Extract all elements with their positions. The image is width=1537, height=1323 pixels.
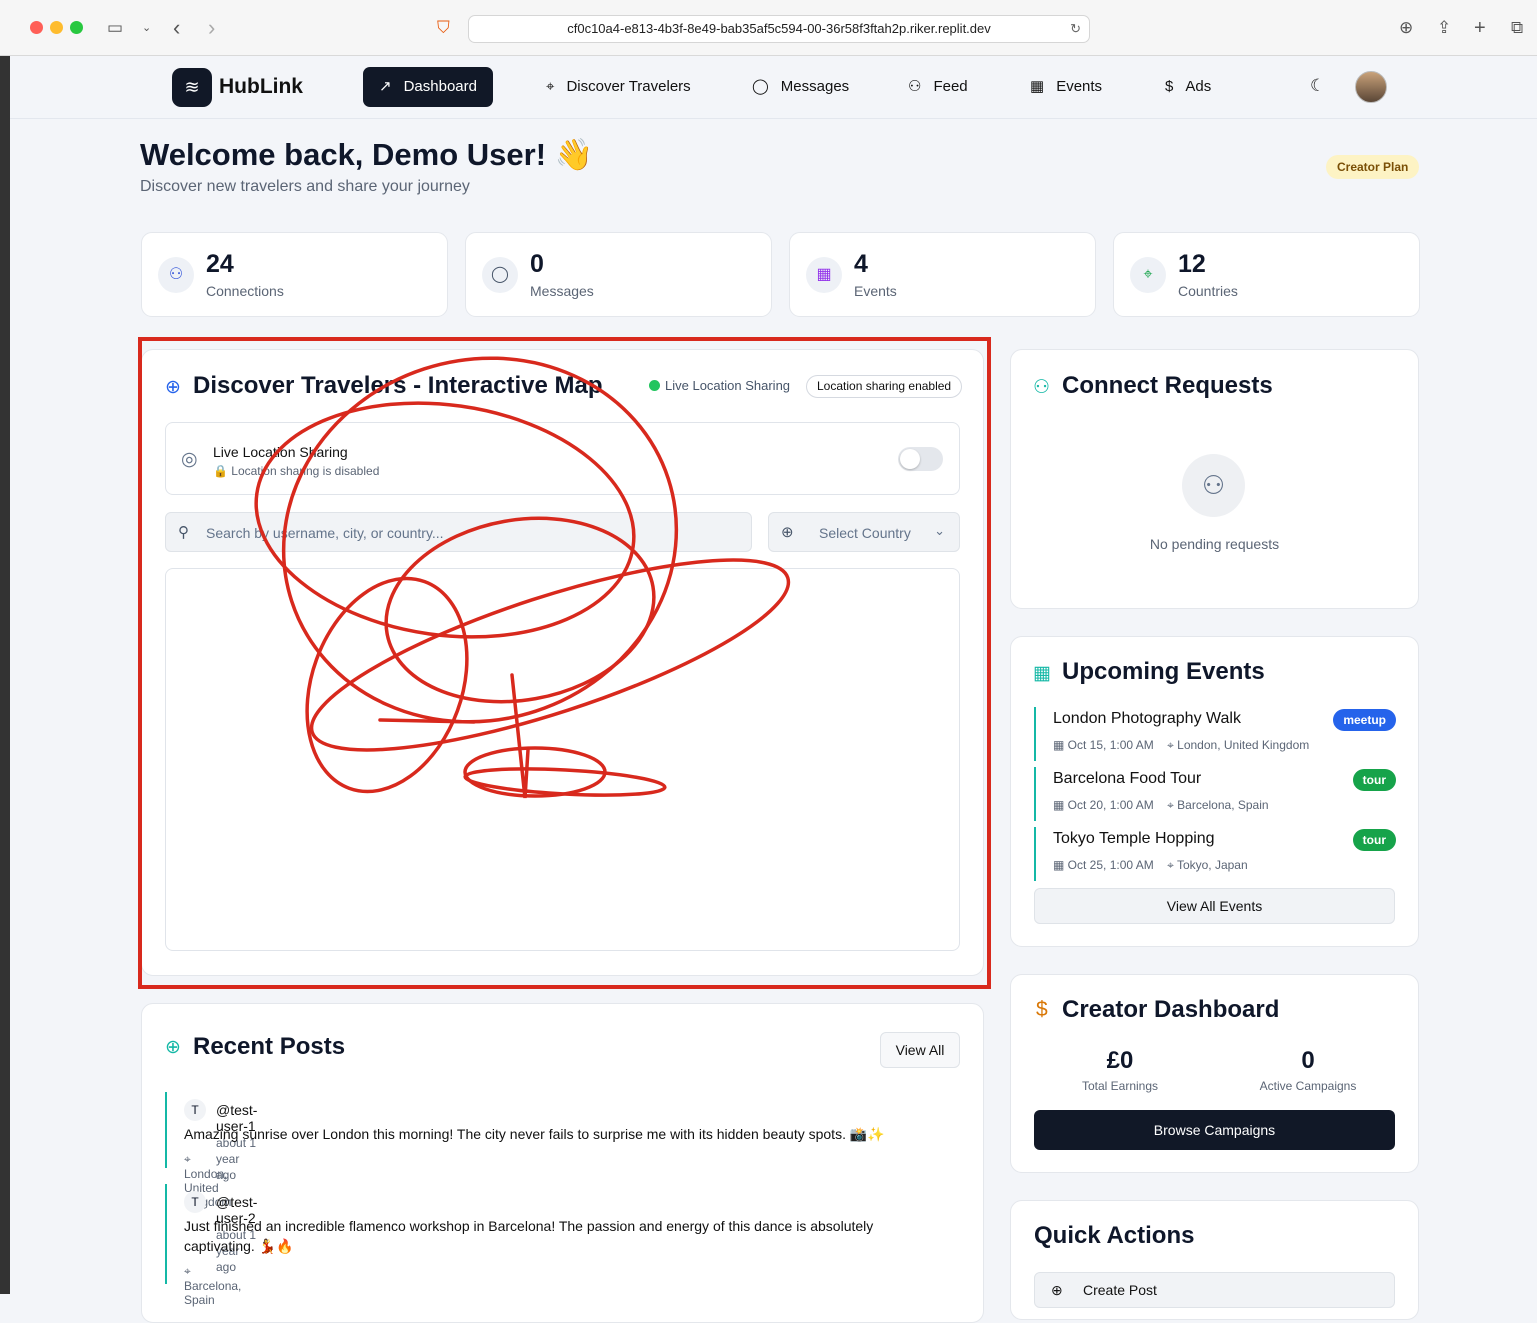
event-tag: tour [1352,829,1396,851]
connect-requests-title: Connect Requests [1062,372,1273,399]
event-tag: tour [1352,769,1396,791]
quick-actions-title: Quick Actions [1034,1222,1195,1249]
total-earnings-value: £0 [1106,1047,1134,1074]
post-text: Amazing sunrise over London this morning… [184,1126,885,1142]
users-icon: ⚇ [1182,454,1245,517]
browse-campaigns-button[interactable]: Browse Campaigns [1034,1110,1395,1150]
avatar: T [184,1191,206,1213]
view-all-posts-button[interactable]: View All [880,1032,960,1068]
event-meta: ▦ Oct 25, 1:00 AM ⌖ Tokyo, Japan [1053,858,1248,872]
avatar: T [184,1099,206,1121]
upcoming-events-title: Upcoming Events [1062,658,1265,685]
total-earnings-label: Total Earnings [1081,1079,1159,1093]
event-title: Barcelona Food Tour [1053,770,1202,787]
event-title: Tokyo Temple Hopping [1053,830,1215,847]
event-item[interactable]: London Photography Walk ▦ Oct 15, 1:00 A… [1034,707,1396,761]
post-text: Just finished an incredible flamenco wor… [184,1218,874,1254]
dollar-sign-icon: $ [1036,998,1048,1021]
calendar-icon: ▦ [1053,738,1068,752]
no-requests-text: No pending requests [1149,536,1280,552]
map-pin-icon: ⌖ [1167,798,1178,812]
event-tag: meetup [1333,709,1396,731]
post-item[interactable]: T @test-user-2 about 1 year ago Just fin… [165,1184,873,1307]
event-item[interactable]: Barcelona Food Tour ▦ Oct 20, 1:00 AM ⌖ … [1034,767,1396,821]
map-pin-icon: ⌖ [184,1264,191,1278]
recent-posts-title: Recent Posts [193,1033,346,1060]
active-campaigns-label: Active Campaigns [1259,1079,1357,1093]
post-item[interactable]: T @test-user-1 about 1 year ago Amazing … [165,1092,885,1209]
creator-dashboard-title: Creator Dashboard [1062,996,1280,1023]
event-item[interactable]: Tokyo Temple Hopping ▦ Oct 25, 1:00 AM ⌖… [1034,827,1396,881]
map-pin-icon: ⌖ [1167,738,1178,752]
map-pin-icon: ⌖ [1167,858,1177,872]
calendar-icon: ▦ [1033,663,1051,684]
globe-icon: ⊕ [165,1037,181,1058]
view-all-events-button[interactable]: View All Events [1034,888,1395,924]
map-pin-icon: ⌖ [184,1152,191,1166]
users-icon: ⚇ [1033,377,1051,398]
create-post-button[interactable]: ⊕ Create Post [1034,1272,1395,1308]
event-title: London Photography Walk [1053,710,1241,727]
calendar-icon: ▦ [1053,798,1068,812]
calendar-icon: ▦ [1053,858,1068,872]
globe-icon: ⊕ [1051,1282,1063,1298]
active-campaigns-value: 0 [1301,1047,1315,1074]
post-location: ⌖ Barcelona, Spain [184,1264,242,1307]
event-meta: ▦ Oct 15, 1:00 AM ⌖ London, United Kingd… [1053,738,1310,752]
event-meta: ▦ Oct 20, 1:00 AM ⌖ Barcelona, Spain [1053,798,1269,812]
